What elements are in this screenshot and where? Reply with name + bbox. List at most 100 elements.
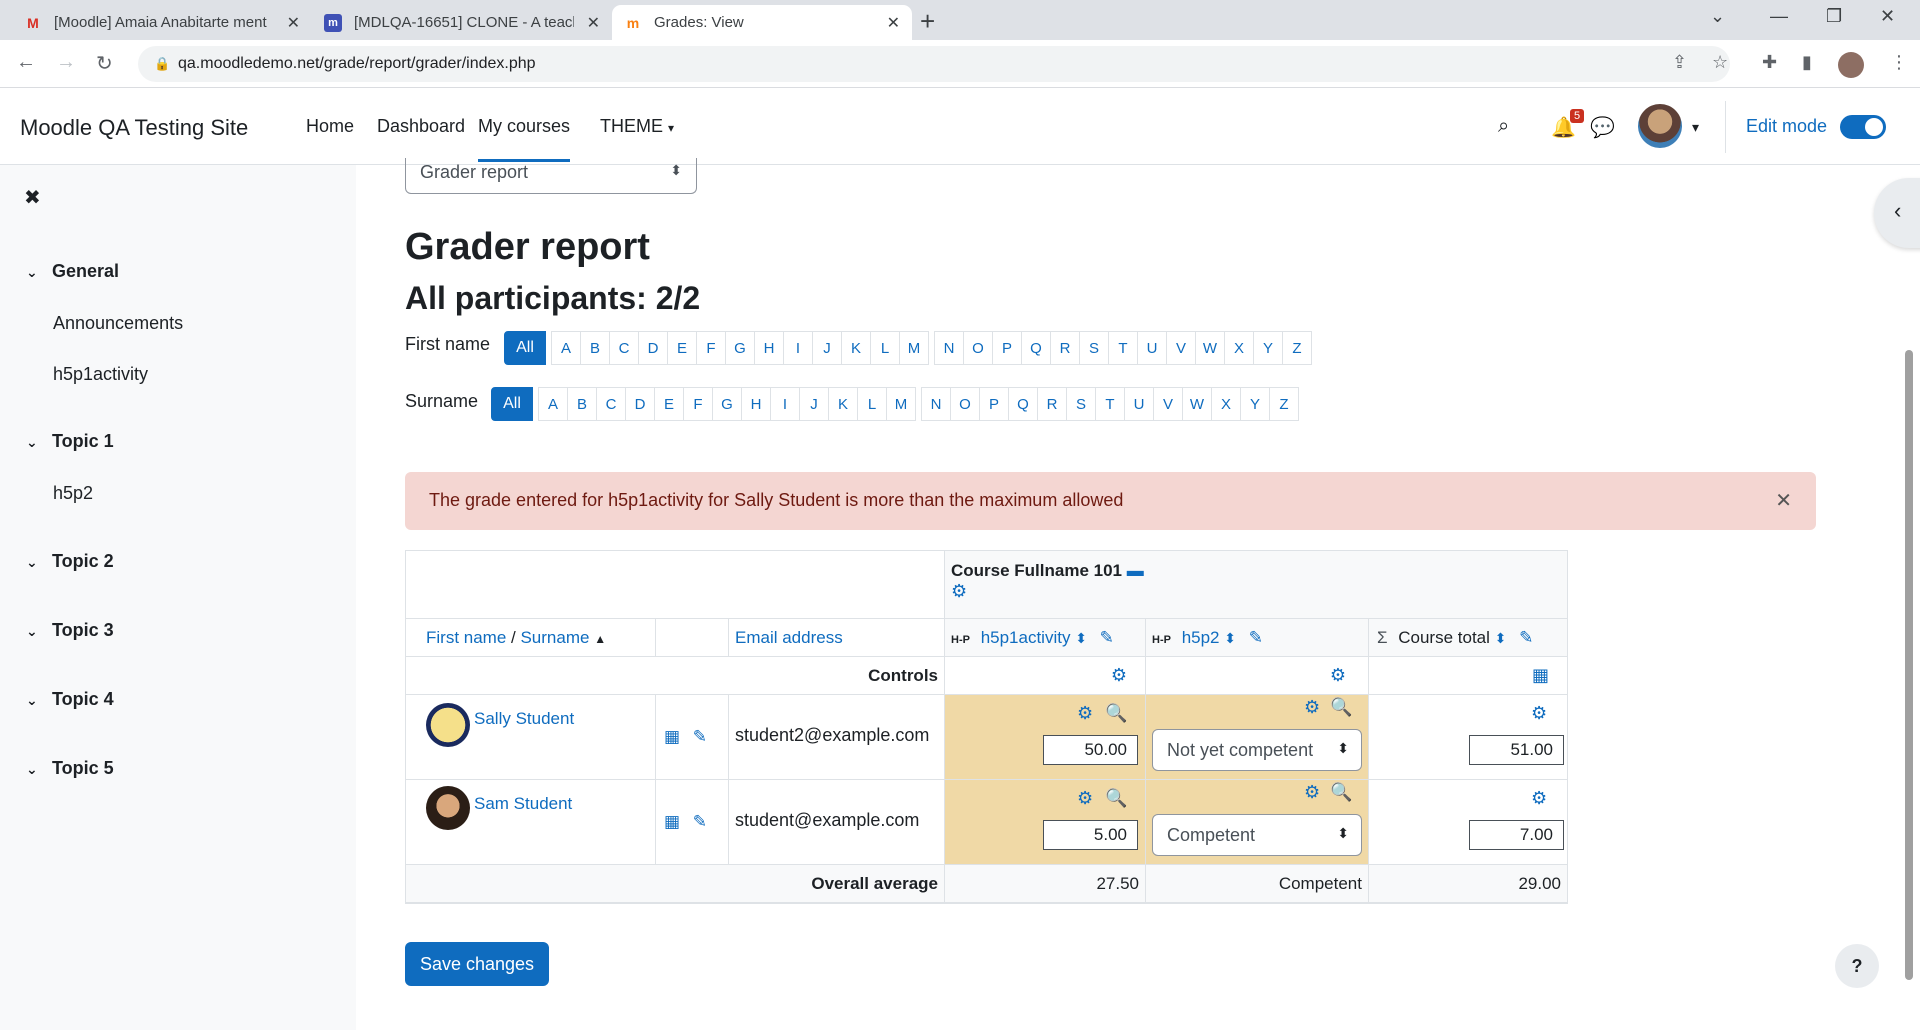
edit-mode-toggle[interactable] <box>1840 115 1886 139</box>
edit-pencil-icon[interactable]: ✎ <box>693 727 707 746</box>
firstname-initial-i[interactable]: I <box>783 331 813 365</box>
firstname-initial-v[interactable]: V <box>1166 331 1196 365</box>
firstname-initial-d[interactable]: D <box>638 331 668 365</box>
tab-search-icon[interactable]: ⌄ <box>1710 6 1725 27</box>
firstname-initial-b[interactable]: B <box>580 331 610 365</box>
nav-my-courses[interactable]: My courses <box>478 116 571 162</box>
section-topic-5[interactable]: ⌄ Topic 5 <box>26 758 114 779</box>
grade-input[interactable]: 5.00 <box>1043 820 1138 850</box>
surname-initial-a[interactable]: A <box>538 387 568 421</box>
surname-initial-x[interactable]: X <box>1211 387 1241 421</box>
close-drawer-icon[interactable]: ✖ <box>24 185 41 210</box>
minimize-icon[interactable]: — <box>1770 6 1788 27</box>
address-bar[interactable]: 🔒 qa.moodledemo.net/grade/report/grader/… <box>138 46 1730 82</box>
surname-initial-z[interactable]: Z <box>1269 387 1299 421</box>
browser-tab-gmail[interactable]: M [Moodle] Amaia Anabitarte ment ✕ <box>12 5 312 40</box>
firstname-initial-g[interactable]: G <box>725 331 755 365</box>
section-topic-1[interactable]: ⌄ Topic 1 <box>26 431 114 452</box>
firstname-initial-y[interactable]: Y <box>1253 331 1283 365</box>
maximize-icon[interactable]: ❐ <box>1826 6 1842 27</box>
surname-initial-n[interactable]: N <box>921 387 951 421</box>
surname-initial-u[interactable]: U <box>1124 387 1154 421</box>
gear-icon[interactable]: ⚙ <box>1304 697 1320 718</box>
gear-icon[interactable]: ⚙ <box>1531 703 1547 724</box>
h5p2-link[interactable]: h5p2 <box>1182 628 1220 647</box>
sort-icon[interactable]: ⬍ <box>1224 630 1236 646</box>
firstname-initial-p[interactable]: P <box>992 331 1022 365</box>
surname-initial-o[interactable]: O <box>950 387 980 421</box>
forward-icon[interactable]: → <box>56 51 76 74</box>
single-view-icon[interactable]: ▦ <box>664 812 680 831</box>
firstname-initial-q[interactable]: Q <box>1021 331 1051 365</box>
open-block-drawer-button[interactable]: ‹ <box>1874 178 1920 248</box>
browser-profile-avatar[interactable] <box>1838 52 1864 78</box>
firstname-initial-x[interactable]: X <box>1224 331 1254 365</box>
surname-initial-e[interactable]: E <box>654 387 684 421</box>
site-name[interactable]: Moodle QA Testing Site <box>20 115 248 141</box>
surname-initial-g[interactable]: G <box>712 387 742 421</box>
close-icon[interactable]: ✕ <box>587 13 600 33</box>
surname-initial-y[interactable]: Y <box>1240 387 1270 421</box>
report-selector[interactable]: Grader report ⬍ <box>405 158 697 194</box>
save-changes-button[interactable]: Save changes <box>405 942 549 986</box>
surname-initial-all[interactable]: All <box>491 387 533 421</box>
gear-icon[interactable]: ⚙ <box>951 581 967 601</box>
edit-pencil-icon[interactable]: ✎ <box>1519 628 1533 647</box>
extensions-icon[interactable]: ✚ <box>1762 52 1777 73</box>
firstname-initial-n[interactable]: N <box>934 331 964 365</box>
sidepanel-icon[interactable]: ▮ <box>1802 52 1812 73</box>
help-button[interactable]: ? <box>1835 944 1879 988</box>
new-tab-icon[interactable]: + <box>920 6 935 37</box>
sort-surname-link[interactable]: Surname <box>520 628 589 647</box>
firstname-initial-l[interactable]: L <box>870 331 900 365</box>
grade-scale-select[interactable]: Not yet competent ⬍ <box>1152 729 1362 771</box>
section-topic-4[interactable]: ⌄ Topic 4 <box>26 689 114 710</box>
nav-home[interactable]: Home <box>306 116 354 137</box>
zoom-icon[interactable]: 🔍 <box>1105 788 1127 809</box>
firstname-initial-a[interactable]: A <box>551 331 581 365</box>
student-name-link[interactable]: Sally Student <box>474 709 574 729</box>
section-general[interactable]: ⌄ General <box>26 261 119 282</box>
surname-initial-w[interactable]: W <box>1182 387 1212 421</box>
single-view-icon[interactable]: ▦ <box>664 727 680 746</box>
activity-h5p2[interactable]: h5p2 <box>53 483 93 504</box>
close-icon[interactable]: ✕ <box>1775 488 1792 513</box>
surname-initial-c[interactable]: C <box>596 387 626 421</box>
surname-initial-d[interactable]: D <box>625 387 655 421</box>
firstname-initial-k[interactable]: K <box>841 331 871 365</box>
zoom-icon[interactable]: 🔍 <box>1330 782 1352 803</box>
activity-announcements[interactable]: Announcements <box>53 313 183 334</box>
firstname-initial-s[interactable]: S <box>1079 331 1109 365</box>
surname-initial-b[interactable]: B <box>567 387 597 421</box>
zoom-icon[interactable]: 🔍 <box>1105 703 1127 724</box>
surname-initial-v[interactable]: V <box>1153 387 1183 421</box>
surname-initial-k[interactable]: K <box>828 387 858 421</box>
search-icon[interactable]: ⌕ <box>1498 115 1509 138</box>
page-scrollbar[interactable] <box>1905 350 1913 980</box>
close-icon[interactable]: ✕ <box>887 13 900 33</box>
messages-icon[interactable]: 💬 <box>1590 115 1615 140</box>
firstname-initial-t[interactable]: T <box>1108 331 1138 365</box>
surname-initial-f[interactable]: F <box>683 387 713 421</box>
firstname-initial-w[interactable]: W <box>1195 331 1225 365</box>
firstname-initial-all[interactable]: All <box>504 331 546 365</box>
surname-initial-h[interactable]: H <box>741 387 771 421</box>
firstname-initial-c[interactable]: C <box>609 331 639 365</box>
user-avatar[interactable] <box>1638 104 1682 148</box>
firstname-initial-f[interactable]: F <box>696 331 726 365</box>
firstname-initial-j[interactable]: J <box>812 331 842 365</box>
edit-pencil-icon[interactable]: ✎ <box>1100 628 1114 647</box>
back-icon[interactable]: ← <box>16 51 36 74</box>
browser-tab-grades[interactable]: m Grades: View ✕ <box>612 5 912 40</box>
gear-icon[interactable]: ⚙ <box>1531 788 1547 809</box>
sort-icon[interactable]: ⬍ <box>1075 630 1087 646</box>
surname-initial-p[interactable]: P <box>979 387 1009 421</box>
firstname-initial-h[interactable]: H <box>754 331 784 365</box>
surname-initial-s[interactable]: S <box>1066 387 1096 421</box>
sort-email-link[interactable]: Email address <box>735 628 843 647</box>
gear-icon[interactable]: ⚙ <box>1077 788 1093 809</box>
grade-input[interactable]: 50.00 <box>1043 735 1138 765</box>
firstname-initial-o[interactable]: O <box>963 331 993 365</box>
gear-icon[interactable]: ⚙ <box>1330 665 1346 685</box>
firstname-initial-u[interactable]: U <box>1137 331 1167 365</box>
